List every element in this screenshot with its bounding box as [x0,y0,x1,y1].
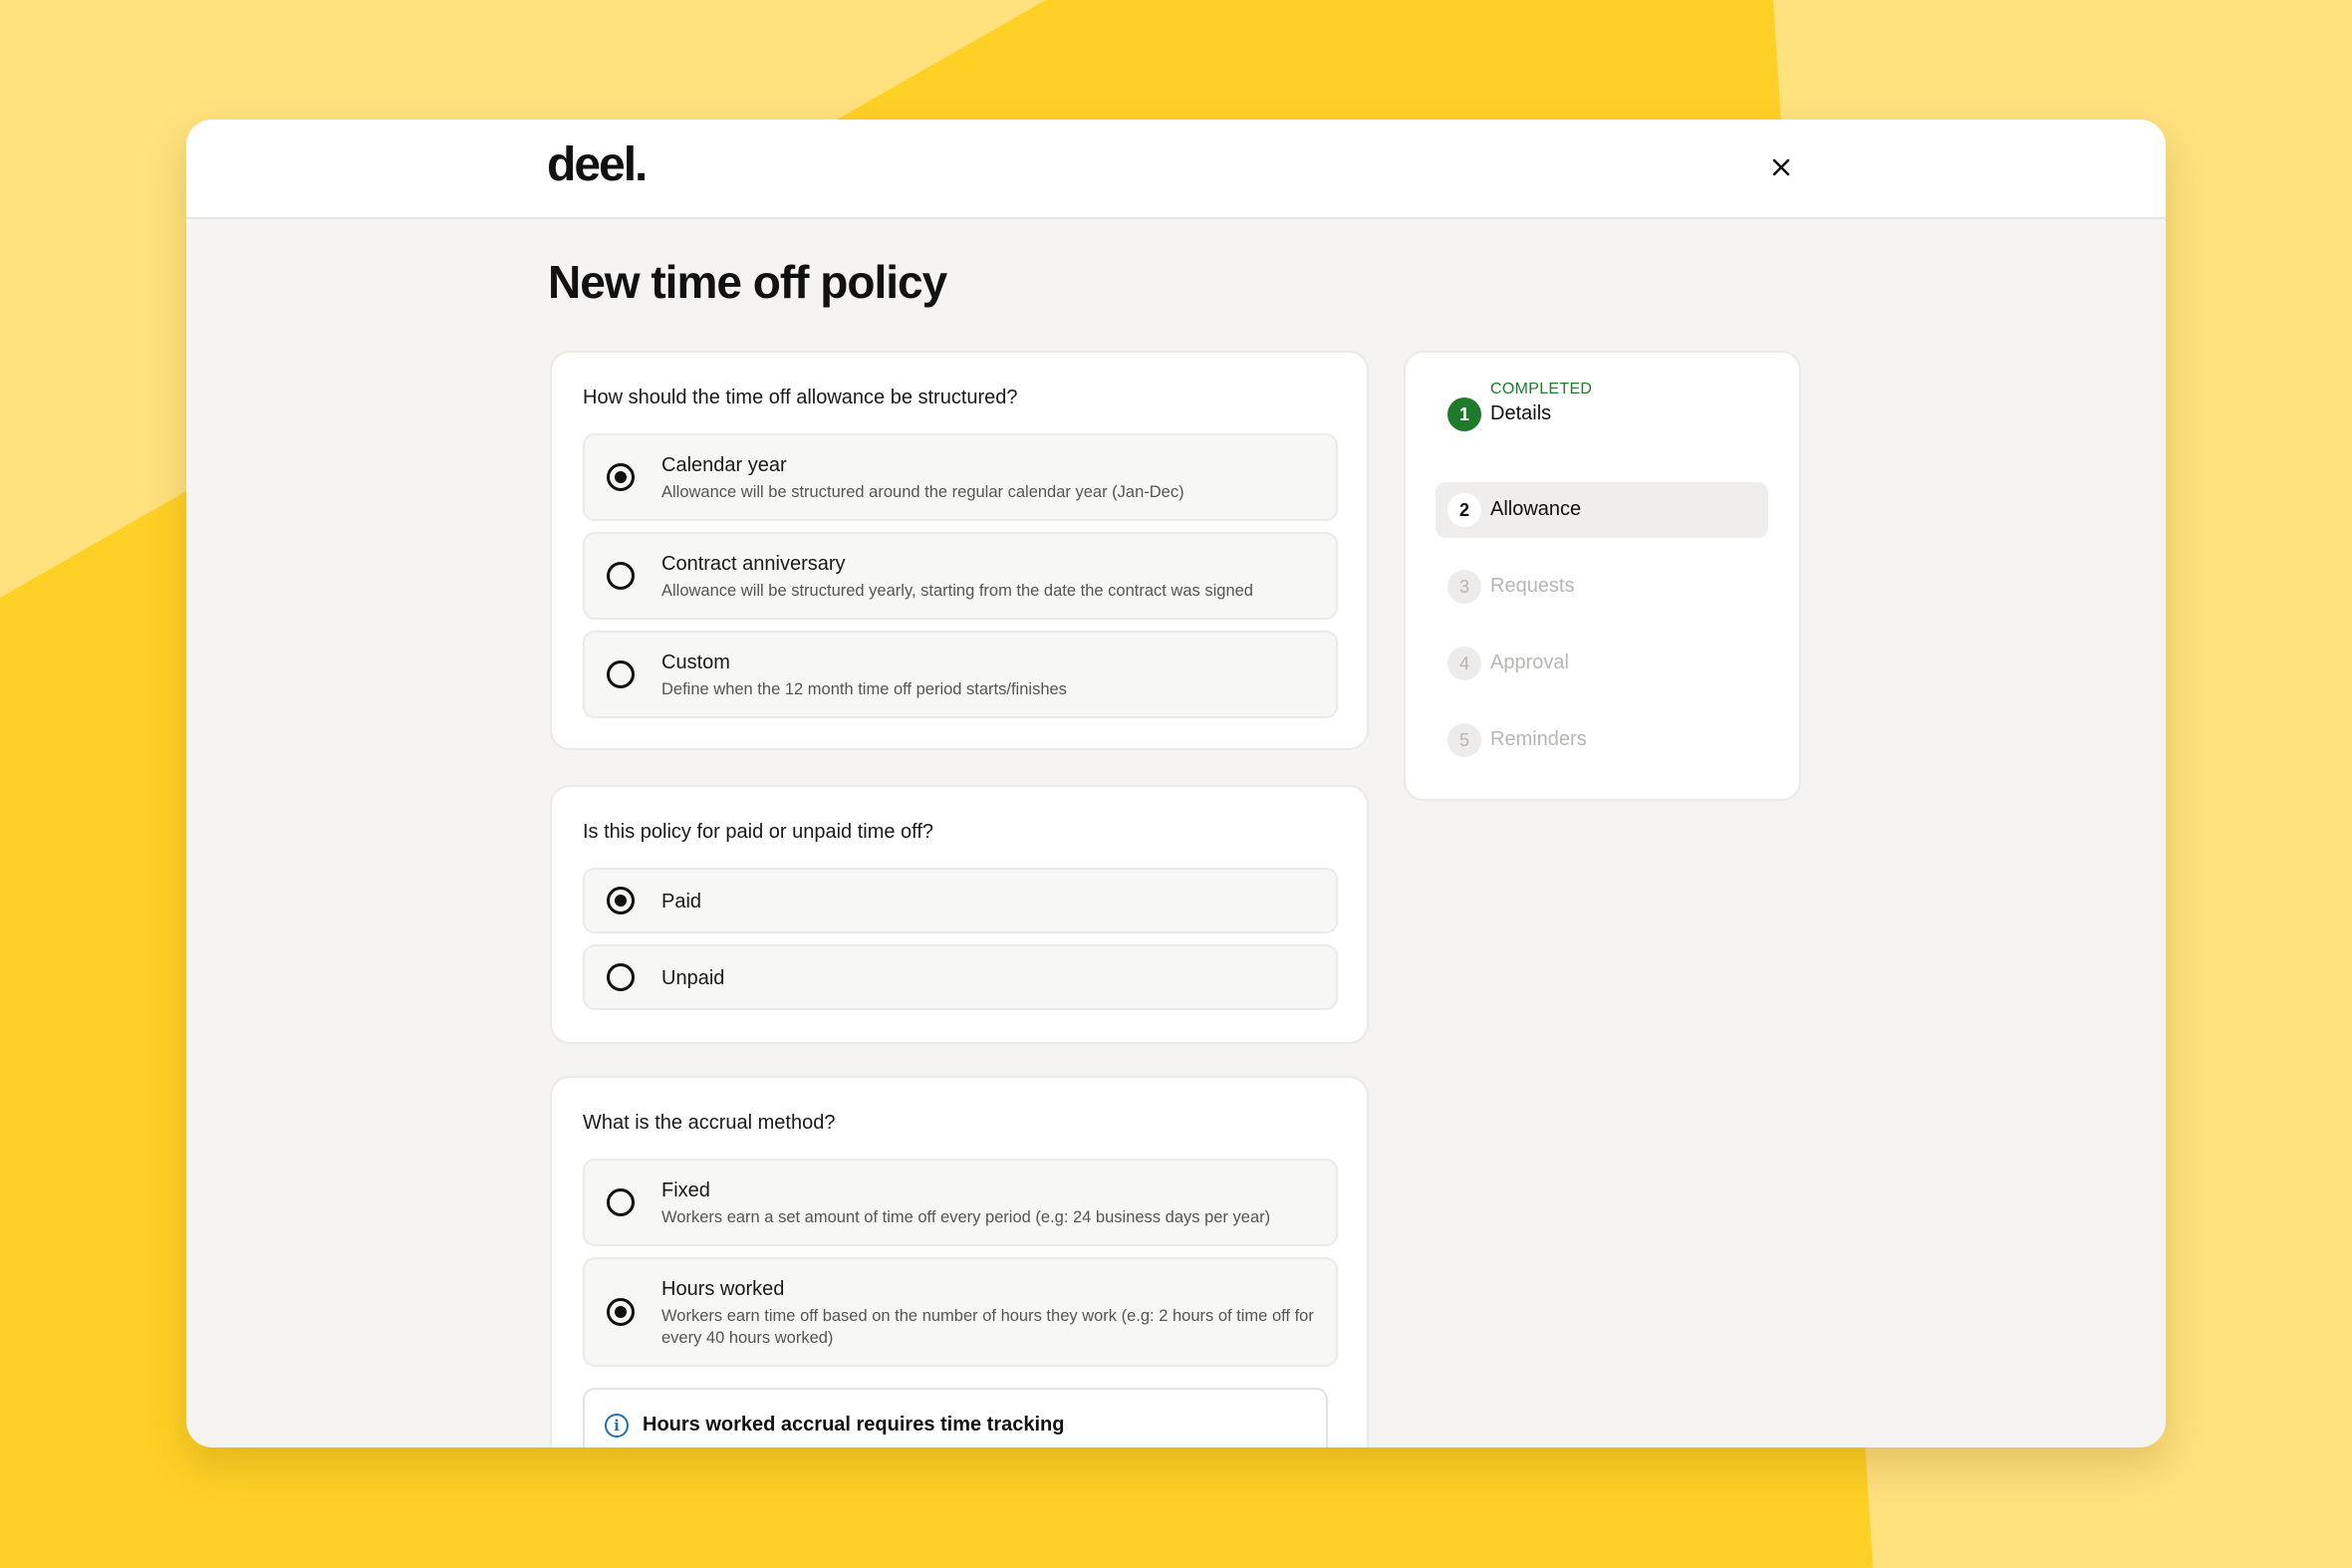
option-title: Fixed [661,1179,710,1201]
option-calendar-year[interactable]: Calendar year Allowance will be structur… [583,433,1338,521]
modal-window: deel. New time off policy How should the… [186,120,2166,1447]
option-description: Allowance will be structured around the … [661,483,1184,501]
paid-unpaid-card: Is this policy for paid or unpaid time o… [550,785,1369,1044]
radio-fixed[interactable] [607,1188,635,1216]
notice-text: Hours worked accrual requires time track… [643,1414,1065,1436]
option-description: Workers earn time off based on the numbe… [661,1307,1314,1347]
radio-custom[interactable] [607,660,635,688]
allowance-structure-card: How should the time off allowance be str… [550,351,1369,750]
step-label: Details [1490,402,1552,424]
option-description: Allowance will be structured yearly, sta… [661,582,1253,600]
option-title: Custom [661,652,730,673]
step-number-badge: 3 [1447,570,1481,604]
radio-calendar-year[interactable] [607,463,635,491]
step-status: COMPLETED [1490,381,1593,397]
close-button[interactable] [1763,149,1799,185]
option-contract-anniversary[interactable]: Contract anniversary Allowance will be s… [583,532,1338,620]
accrual-question: What is the accrual method? [583,1112,836,1134]
accrual-method-card: What is the accrual method? Fixed Worker… [550,1076,1369,1447]
close-icon [1772,158,1790,176]
option-title: Unpaid [661,967,725,989]
option-title: Paid [661,891,702,913]
time-tracking-notice: i Hours worked accrual requires time tra… [583,1388,1328,1447]
progress-steps: 1 COMPLETED Details 2 Allowance 3 Reques… [1404,351,1801,801]
option-hours-worked[interactable]: Hours worked Workers earn time off based… [583,1257,1338,1367]
step-number-badge: 2 [1447,493,1481,527]
structure-question: How should the time off allowance be str… [583,387,1018,408]
info-icon: i [605,1414,629,1437]
option-fixed[interactable]: Fixed Workers earn a set amount of time … [583,1159,1338,1246]
step-number-badge: 5 [1447,723,1481,757]
top-bar: deel. [186,120,2166,219]
option-description: Workers earn a set amount of time off ev… [661,1208,1271,1226]
step-label: Approval [1490,652,1569,673]
radio-unpaid[interactable] [607,963,635,991]
option-title: Hours worked [661,1278,785,1300]
radio-hours-worked[interactable] [607,1298,635,1326]
step-label: Allowance [1490,498,1582,520]
step-approval[interactable]: 4 Approval [1436,636,1768,691]
step-number-badge: 4 [1447,647,1481,680]
step-label: Reminders [1490,728,1587,750]
option-title: Calendar year [661,454,787,476]
step-number-badge: 1 [1447,397,1481,431]
radio-paid[interactable] [607,887,635,915]
step-reminders[interactable]: 5 Reminders [1436,712,1768,768]
option-unpaid[interactable]: Unpaid [583,944,1338,1010]
deel-logo: deel. [547,138,648,191]
step-requests[interactable]: 3 Requests [1436,559,1768,615]
option-description: Define when the 12 month time off period… [661,680,1067,698]
option-title: Contract anniversary [661,553,846,575]
paid-question: Is this policy for paid or unpaid time o… [583,821,934,843]
option-paid[interactable]: Paid [583,868,1338,933]
step-details[interactable]: 1 COMPLETED Details [1436,381,1768,442]
option-custom[interactable]: Custom Define when the 12 month time off… [583,631,1338,718]
page-title: New time off policy [548,256,947,308]
radio-contract-anniversary[interactable] [607,562,635,590]
step-allowance[interactable]: 2 Allowance [1436,482,1768,538]
step-label: Requests [1490,575,1575,597]
